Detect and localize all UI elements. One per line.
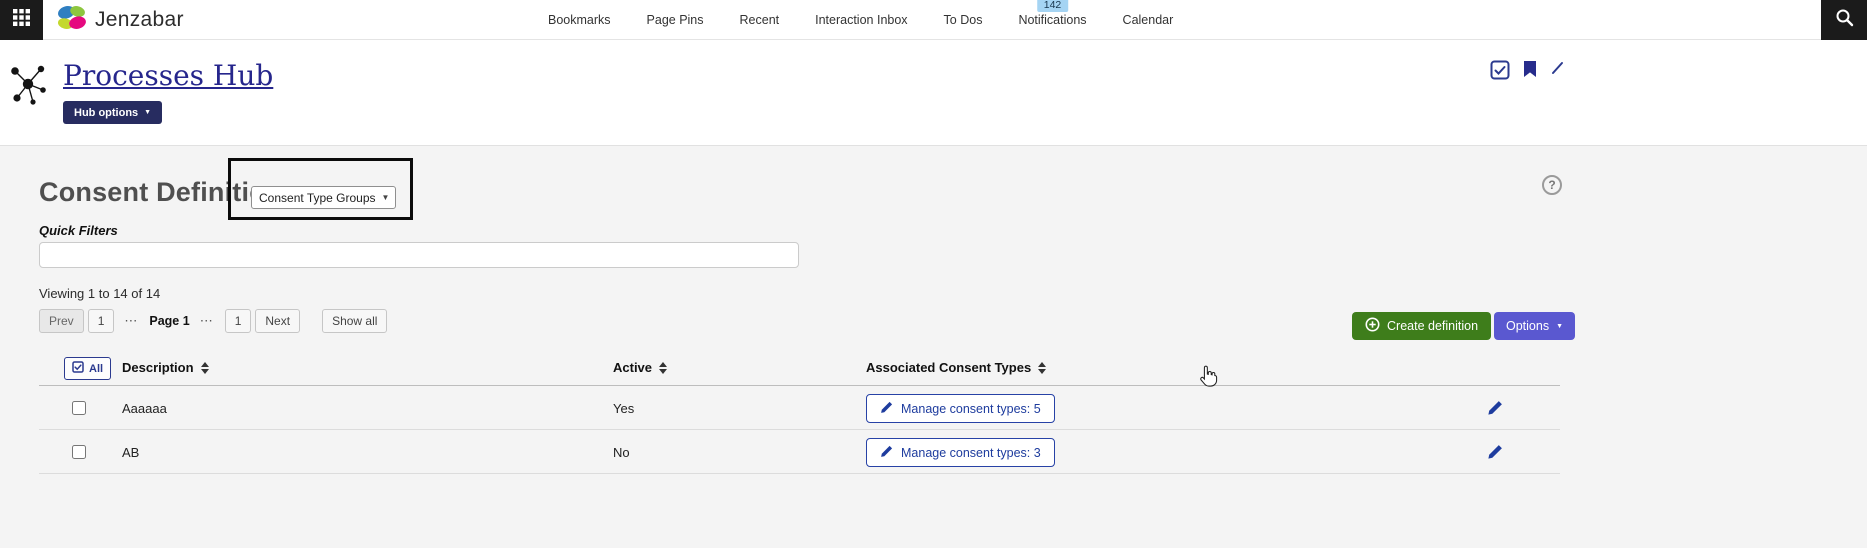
consent-type-groups-select[interactable]: Consent Type Groups ▼: [251, 186, 396, 209]
column-header-associated-consent-types[interactable]: Associated Consent Types: [866, 360, 1046, 375]
manage-consent-types-button[interactable]: Manage consent types: 3: [866, 438, 1055, 467]
nav-interaction-inbox[interactable]: Interaction Inbox: [815, 13, 907, 27]
hub-options-label: Hub options: [74, 107, 138, 119]
prev-page-button[interactable]: Prev: [39, 309, 84, 333]
sort-arrows-icon: [659, 362, 667, 374]
manage-consent-types-label: Manage consent types: 5: [901, 402, 1041, 416]
quick-filters-label: Quick Filters: [39, 223, 118, 238]
current-page-label: Page 1: [149, 314, 189, 328]
chevron-down-icon: ▼: [144, 109, 151, 116]
sort-arrows-icon: [201, 362, 209, 374]
processes-hub-icon: [6, 60, 50, 113]
pencil-icon: [880, 445, 893, 461]
nav-to-dos[interactable]: To Dos: [944, 13, 983, 27]
create-definition-button[interactable]: Create definition: [1352, 312, 1491, 340]
edit-row-button[interactable]: [1487, 444, 1503, 463]
column-label: Active: [613, 360, 652, 375]
column-header-active[interactable]: Active: [613, 360, 667, 375]
pagination-ellipsis: ⋯: [124, 313, 139, 329]
row-checkbox[interactable]: [72, 445, 86, 459]
top-nav-bar: Jenzabar Bookmarks Page Pins Recent Inte…: [0, 0, 1867, 40]
top-navigation: Bookmarks Page Pins Recent Interaction I…: [548, 0, 1173, 40]
pagination-ellipsis: ⋯: [200, 313, 215, 329]
pencil-icon: [1550, 60, 1566, 79]
column-header-description[interactable]: Description: [122, 360, 209, 375]
column-label: Description: [122, 360, 194, 375]
sort-arrows-icon: [1038, 362, 1046, 374]
consent-definitions-section: Consent Definitions Consent Type Groups …: [0, 145, 1867, 548]
select-all-label: All: [89, 363, 103, 375]
nav-bookmarks[interactable]: Bookmarks: [548, 13, 611, 27]
nav-calendar[interactable]: Calendar: [1123, 13, 1174, 27]
pencil-icon: [880, 401, 893, 417]
column-label: Associated Consent Types: [866, 360, 1031, 375]
consent-definitions-table: All Description Active Associated Consen…: [39, 356, 1560, 474]
page-title-link[interactable]: Processes Hub: [63, 59, 273, 92]
edit-page-button[interactable]: [1550, 60, 1566, 79]
table-row: AB No Manage consent types: 3: [39, 430, 1560, 474]
header-action-icons: [1490, 60, 1566, 83]
pencil-icon: [1487, 404, 1503, 419]
nav-page-pins[interactable]: Page Pins: [647, 13, 704, 27]
notifications-count-badge: 142: [1037, 0, 1069, 12]
manage-consent-types-button[interactable]: Manage consent types: 5: [866, 394, 1055, 423]
pagination: Prev 1 ⋯ Page 1 ⋯ 1 Next Show all: [39, 309, 387, 333]
options-button[interactable]: Options ▼: [1494, 312, 1575, 340]
annotation-highlight-box: Consent Type Groups ▼: [228, 158, 413, 220]
chevron-down-icon: ▼: [1556, 323, 1563, 330]
plus-circle-icon: [1365, 317, 1380, 335]
check-square-icon: [1490, 60, 1510, 83]
pencil-icon: [1487, 448, 1503, 463]
table-header-row: All Description Active Associated Consen…: [39, 356, 1560, 386]
table-row: Aaaaaa Yes Manage consent types: 5: [39, 386, 1560, 430]
edit-row-button[interactable]: [1487, 400, 1503, 419]
question-mark-icon: ?: [1548, 178, 1555, 192]
create-definition-label: Create definition: [1387, 319, 1478, 333]
global-search-button[interactable]: [1821, 0, 1867, 40]
nav-notifications[interactable]: 142 Notifications: [1018, 13, 1086, 27]
quick-filter-input[interactable]: [39, 242, 799, 268]
chevron-down-icon: ▼: [382, 194, 390, 202]
description-cell: AB: [122, 445, 139, 460]
jenzabar-flower-icon: [54, 3, 88, 38]
page-1-button[interactable]: 1: [88, 309, 115, 333]
active-cell: No: [613, 445, 630, 460]
active-cell: Yes: [613, 401, 634, 416]
check-square-icon: [72, 361, 84, 376]
help-button[interactable]: ?: [1542, 175, 1562, 195]
page-header: Processes Hub Hub options ▼: [0, 40, 1867, 145]
select-all-button[interactable]: All: [64, 357, 111, 380]
viewing-summary: Viewing 1 to 14 of 14: [39, 286, 160, 301]
show-all-button[interactable]: Show all: [322, 309, 387, 333]
nav-notifications-label: Notifications: [1018, 13, 1086, 27]
app-launcher-button[interactable]: [0, 0, 43, 40]
next-page-button[interactable]: Next: [255, 309, 300, 333]
hub-options-button[interactable]: Hub options ▼: [63, 101, 162, 124]
select-value: Consent Type Groups: [259, 191, 376, 205]
options-label: Options: [1506, 319, 1549, 333]
description-cell: Aaaaaa: [122, 401, 167, 416]
bookmark-icon: [1523, 60, 1537, 81]
row-checkbox[interactable]: [72, 401, 86, 415]
last-page-button[interactable]: 1: [225, 309, 252, 333]
nav-recent[interactable]: Recent: [740, 13, 780, 27]
manage-consent-types-label: Manage consent types: 3: [901, 446, 1041, 460]
bookmark-page-button[interactable]: [1523, 60, 1537, 81]
brand-name: Jenzabar: [95, 8, 184, 32]
search-icon: [1835, 8, 1854, 32]
mark-complete-button[interactable]: [1490, 60, 1510, 83]
grid-icon: [13, 9, 30, 31]
brand-logo[interactable]: Jenzabar: [54, 0, 184, 40]
